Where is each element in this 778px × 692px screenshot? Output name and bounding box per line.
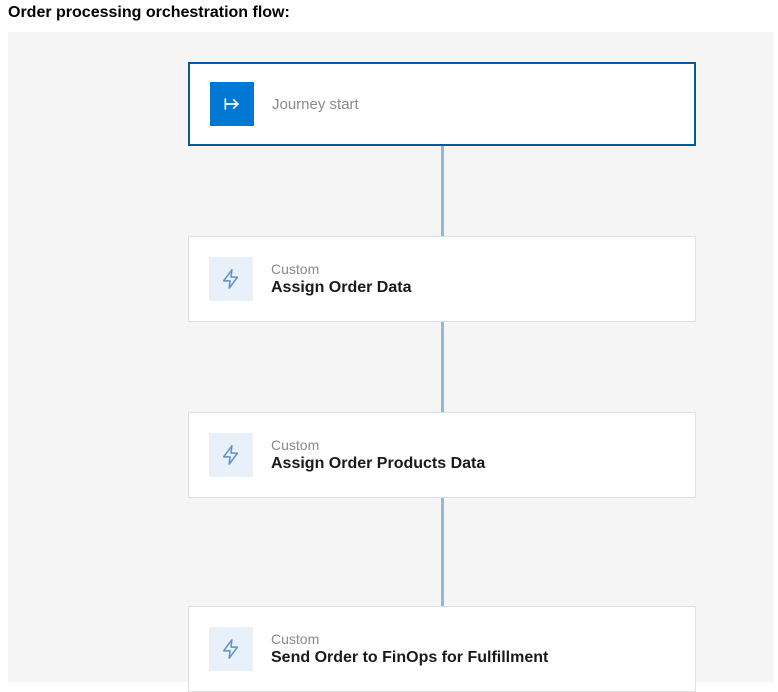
step-node-send-order-finops[interactable]: Custom Send Order to FinOps for Fulfillm… <box>188 606 696 692</box>
flow-container: Journey start Custom Assign Order Data <box>188 62 696 692</box>
node-title: Assign Order Data <box>271 279 411 297</box>
node-text: Custom Send Order to FinOps for Fulfillm… <box>271 631 548 667</box>
node-title: Send Order to FinOps for Fulfillment <box>271 649 548 667</box>
node-title: Assign Order Products Data <box>271 455 485 473</box>
node-label: Journey start <box>272 96 359 113</box>
bolt-icon <box>209 433 253 477</box>
node-text: Journey start <box>272 96 359 113</box>
node-text: Custom Assign Order Products Data <box>271 437 485 473</box>
bolt-icon <box>209 257 253 301</box>
connector <box>441 146 444 236</box>
arrow-right-icon <box>210 82 254 126</box>
step-node-assign-order-products-data[interactable]: Custom Assign Order Products Data <box>188 412 696 498</box>
journey-start-node[interactable]: Journey start <box>188 62 696 146</box>
step-node-assign-order-data[interactable]: Custom Assign Order Data <box>188 236 696 322</box>
node-category: Custom <box>271 437 485 453</box>
bolt-icon <box>209 627 253 671</box>
flow-canvas: Journey start Custom Assign Order Data <box>8 32 774 682</box>
page-title: Order processing orchestration flow: <box>0 0 778 32</box>
node-category: Custom <box>271 631 548 647</box>
connector <box>441 498 444 606</box>
node-category: Custom <box>271 261 411 277</box>
node-text: Custom Assign Order Data <box>271 261 411 297</box>
connector <box>441 322 444 412</box>
